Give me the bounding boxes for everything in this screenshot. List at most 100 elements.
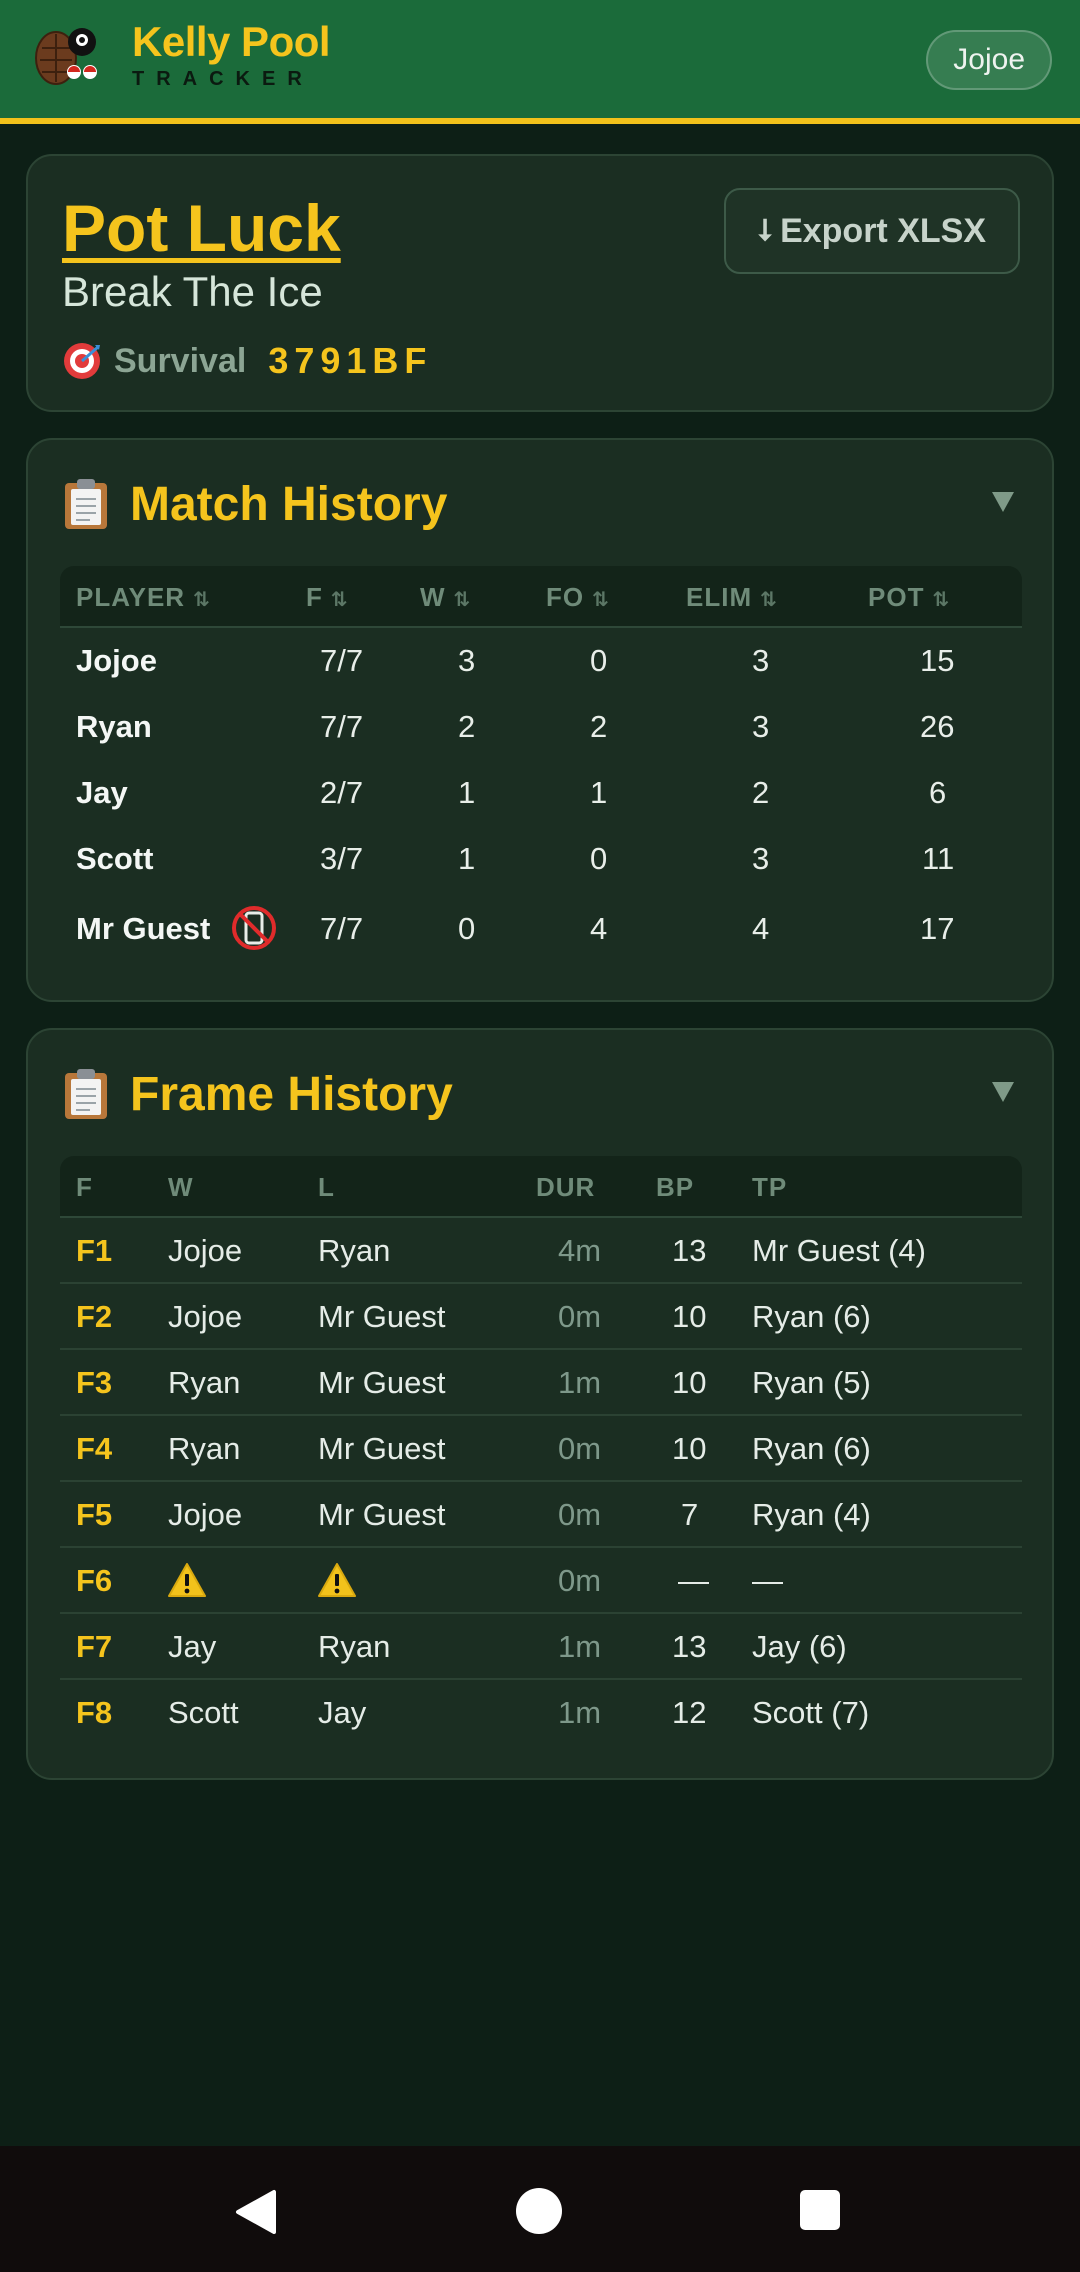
table-row: F8 Scott Jay 1m 12 Scott (7)	[60, 1680, 1022, 1746]
pot-value: 26	[920, 709, 955, 744]
player-name: Jojoe	[76, 643, 157, 678]
fouls-value: 4	[590, 911, 608, 946]
table-row: F4 Ryan Mr Guest 0m 10 Ryan (6)	[60, 1416, 1022, 1482]
download-arrow-icon: ⭣	[757, 214, 773, 247]
frame-history-collapse-icon[interactable]	[992, 1082, 1014, 1102]
recent-apps-icon[interactable]	[800, 2190, 840, 2230]
sort-icon: ⇅	[453, 589, 471, 611]
frame-history-table: F W L DUR BP TP F1 Jojoe Ryan 4m 13 Mr G…	[60, 1156, 1022, 1746]
export-label: Export XLSX	[780, 211, 987, 250]
column-header-player[interactable]: PLAYER ⇅	[76, 566, 210, 628]
frames-value: 7/7	[320, 643, 364, 678]
frames-value: 3/7	[320, 841, 364, 876]
duration: 1m	[558, 1695, 602, 1730]
loser: Mr Guest	[318, 1497, 446, 1532]
table-row: F5 Jojoe Mr Guest 0m 7 Ryan (4)	[60, 1482, 1022, 1548]
column-header-dur: DUR	[536, 1172, 596, 1202]
match-subtitle: Break The Ice	[62, 268, 323, 315]
clipboard-icon	[65, 1069, 107, 1119]
match-history-collapse-icon[interactable]	[992, 492, 1014, 512]
top-potter: —	[752, 1563, 783, 1598]
match-title[interactable]: Pot Luck	[62, 190, 341, 266]
frame-history-title: Frame History	[130, 1067, 453, 1121]
frame-number: F5	[76, 1497, 113, 1532]
player-name: Ryan	[76, 709, 152, 744]
table-row: F2 Jojoe Mr Guest 0m 10 Ryan (6)	[60, 1284, 1022, 1350]
top-potter: Mr Guest (4)	[752, 1233, 926, 1268]
frame-number: F2	[76, 1299, 113, 1334]
table-row: Jay 2/7 1 1 2 6	[60, 760, 1022, 826]
column-header-w[interactable]: W ⇅	[420, 566, 471, 628]
loser-warning	[318, 1548, 356, 1614]
elim-value: 2	[752, 775, 770, 810]
duration: 0m	[558, 1497, 602, 1532]
loser: Ryan	[318, 1629, 391, 1664]
table-row: Jojoe 7/7 3 0 3 15	[60, 628, 1022, 694]
frame-number: F8	[76, 1695, 113, 1730]
table-row: F3 Ryan Mr Guest 1m 10 Ryan (5)	[60, 1350, 1022, 1416]
column-header-w: W	[168, 1172, 194, 1202]
system-nav-bar	[0, 2146, 1080, 2272]
sort-icon: ⇅	[760, 589, 777, 611]
frame-number: F3	[76, 1365, 113, 1400]
top-potter: Ryan (5)	[752, 1365, 871, 1400]
match-mode-label: Survival	[114, 341, 247, 380]
column-header-pot[interactable]: POT ⇅	[868, 566, 949, 628]
home-icon[interactable]	[516, 2188, 562, 2234]
column-header-tp: TP	[752, 1172, 788, 1202]
player-name: Scott	[76, 841, 154, 876]
top-potter: Ryan (6)	[752, 1299, 871, 1334]
duration: 1m	[558, 1365, 602, 1400]
top-potter: Scott (7)	[752, 1695, 870, 1730]
match-code: 3791BF	[268, 340, 433, 381]
loser: Ryan	[318, 1233, 391, 1268]
player-name-cell: Mr Guest	[76, 892, 277, 966]
balls-potted: 7	[681, 1497, 699, 1532]
top-potter: Ryan (4)	[752, 1497, 871, 1532]
column-header-f[interactable]: F ⇅	[306, 566, 348, 628]
balls-potted: 10	[672, 1431, 707, 1466]
loser: Jay	[318, 1695, 367, 1730]
table-row: F6 0m — —	[60, 1548, 1022, 1614]
frame-history-header[interactable]: Frame History	[62, 1064, 453, 1124]
frame-number: F1	[76, 1233, 113, 1268]
table-row: F1 Jojoe Ryan 4m 13 Mr Guest (4)	[60, 1218, 1022, 1284]
player-name: Jay	[76, 775, 128, 810]
user-menu-button[interactable]: Jojoe	[926, 30, 1052, 90]
elim-value: 3	[752, 709, 770, 744]
loser: Mr Guest	[318, 1431, 446, 1466]
wins-value: 2	[458, 709, 476, 744]
balls-potted: 13	[672, 1629, 707, 1664]
warning-icon	[168, 1562, 206, 1597]
balls-potted: 13	[672, 1233, 707, 1268]
match-history-header-row: PLAYER ⇅ F ⇅ W ⇅ FO ⇅ ELIM ⇅ POT ⇅	[60, 566, 1022, 628]
column-header-l: L	[318, 1172, 335, 1202]
winner: Jojoe	[168, 1233, 243, 1268]
column-header-f: F	[76, 1172, 93, 1202]
back-icon[interactable]	[234, 2188, 278, 2236]
loser: Mr Guest	[318, 1299, 446, 1334]
match-history-title: Match History	[130, 477, 448, 531]
target-icon	[64, 343, 100, 379]
brand-title: Kelly Pool	[132, 18, 331, 65]
table-row: F7 Jay Ryan 1m 13 Jay (6)	[60, 1614, 1022, 1680]
elim-value: 4	[752, 911, 770, 946]
match-history-card: Match History PLAYER ⇅ F ⇅ W ⇅ FO ⇅ ELIM ⇅ PO…	[26, 438, 1054, 1002]
winner: Jay	[168, 1629, 217, 1664]
table-row: Mr Guest 7/7 0 4 4 17	[60, 892, 1022, 966]
top-potter: Ryan (6)	[752, 1431, 871, 1466]
column-header-elim[interactable]: ELIM ⇅	[686, 566, 777, 628]
duration: 4m	[558, 1233, 602, 1268]
app-header: Kelly Pool TRACKER Jojoe	[0, 0, 1080, 124]
pot-value: 17	[920, 911, 955, 946]
match-history-header[interactable]: Match History	[62, 474, 447, 534]
sort-icon: ⇅	[932, 589, 949, 611]
frame-history-header-row: F W L DUR BP TP	[60, 1156, 1022, 1218]
fouls-value: 0	[590, 643, 608, 678]
elim-value: 3	[752, 643, 770, 678]
fouls-value: 2	[590, 709, 608, 744]
duration: 0m	[558, 1299, 602, 1334]
export-xlsx-button[interactable]: ⭣ Export XLSX	[724, 188, 1020, 274]
frame-number: F6	[76, 1563, 113, 1598]
column-header-fo[interactable]: FO ⇅	[546, 566, 609, 628]
